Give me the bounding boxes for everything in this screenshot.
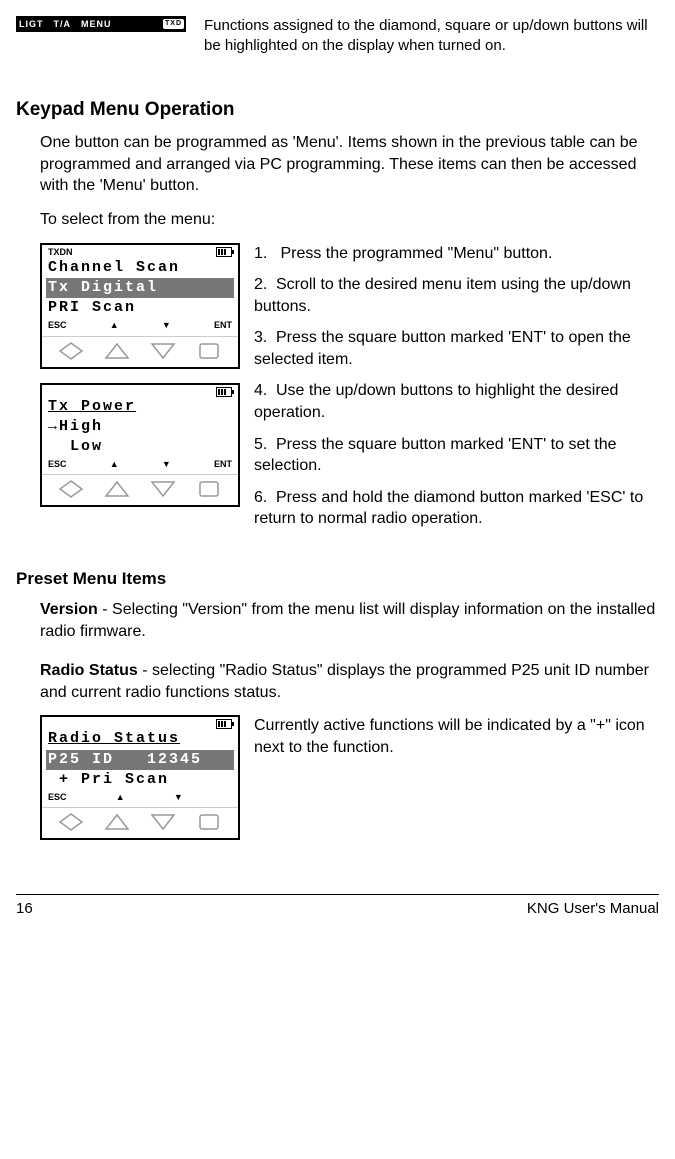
diamond-button-icon bbox=[56, 479, 86, 499]
version-label: Version bbox=[40, 601, 98, 618]
step-3-text: Press the square button marked 'ENT' to … bbox=[254, 329, 631, 368]
up-button-icon bbox=[102, 479, 132, 499]
square-button-icon bbox=[194, 341, 224, 361]
sk-esc: ESC bbox=[48, 458, 67, 470]
step-3: 3.Press the square button marked 'ENT' t… bbox=[254, 327, 659, 370]
battery-icon bbox=[216, 247, 232, 257]
down-button-icon bbox=[148, 341, 178, 361]
footer-title: KNG User's Manual bbox=[527, 899, 659, 919]
down-button-icon bbox=[148, 479, 178, 499]
bar-txd: TXD bbox=[163, 19, 184, 28]
top-caption: Functions assigned to the diamond, squar… bbox=[204, 16, 659, 57]
lcd3-buttons bbox=[42, 807, 238, 834]
step-1-text: Press the programmed "Menu" button. bbox=[280, 245, 552, 262]
sk-down: ▼ bbox=[162, 319, 171, 331]
lcd-column: TXDN Channel Scan Tx Digital PRI Scan ES… bbox=[40, 243, 240, 522]
step-6: 6.Press and hold the diamond button mark… bbox=[254, 487, 659, 530]
lcd-radio-status: Radio Status P25 ID 12345 + Pri Scan ESC… bbox=[40, 715, 240, 840]
lcd-menu-list: TXDN Channel Scan Tx Digital PRI Scan ES… bbox=[40, 243, 240, 369]
keypad-p1: One button can be programmed as 'Menu'. … bbox=[40, 132, 659, 197]
lcd3-softkeys: ESC ▲ ▼ bbox=[42, 790, 238, 805]
sk-up: ▲ bbox=[116, 791, 125, 803]
version-para: Version - Selecting "Version" from the m… bbox=[40, 599, 659, 642]
version-text: - Selecting "Version" from the menu list… bbox=[40, 601, 655, 640]
radio-status-row: Radio Status P25 ID 12345 + Pri Scan ESC… bbox=[40, 715, 659, 854]
step-6-text: Press and hold the diamond button marked… bbox=[254, 489, 643, 528]
step-5-text: Press the square button marked 'ENT' to … bbox=[254, 436, 617, 475]
radio-status-label: Radio Status bbox=[40, 662, 138, 679]
heading-preset: Preset Menu Items bbox=[16, 568, 659, 591]
function-highlight-bar: LIGT T/A MENU TXD bbox=[16, 16, 186, 32]
sk-down: ▼ bbox=[174, 791, 183, 803]
step-2: 2.Scroll to the desired menu item using … bbox=[254, 274, 659, 317]
sk-down: ▼ bbox=[162, 458, 171, 470]
diamond-button-icon bbox=[56, 812, 86, 832]
step-4-text: Use the up/down buttons to highlight the… bbox=[254, 382, 618, 421]
lcd3-header bbox=[42, 717, 238, 729]
step-5: 5.Press the square button marked 'ENT' t… bbox=[254, 434, 659, 477]
sk-ent: ENT bbox=[214, 458, 232, 470]
lcd1-line3: PRI Scan bbox=[42, 298, 238, 318]
lcd1-header: TXDN bbox=[42, 245, 238, 258]
keypad-p2: To select from the menu: bbox=[40, 209, 659, 231]
radio-side-text: Currently active functions will be indic… bbox=[254, 715, 659, 758]
lcd1-line2-highlighted: Tx Digital bbox=[46, 278, 234, 298]
page-footer: 16 KNG User's Manual bbox=[16, 894, 659, 919]
radio-status-para: Radio Status - selecting "Radio Status" … bbox=[40, 660, 659, 703]
lcd1-softkeys: ESC ▲ ▼ ENT bbox=[42, 318, 238, 333]
diamond-button-icon bbox=[56, 341, 86, 361]
lcd1-buttons bbox=[42, 336, 238, 363]
square-button-icon bbox=[194, 479, 224, 499]
bar-ta: T/A bbox=[54, 18, 72, 30]
battery-icon bbox=[216, 719, 232, 729]
lcd-tx-power: Tx Power →High Low ESC ▲ ▼ ENT bbox=[40, 383, 240, 508]
bar-menu: MENU bbox=[81, 18, 112, 30]
lcd2-line1: Tx Power bbox=[42, 397, 238, 417]
steps: 1. Press the programmed "Menu" button. 2… bbox=[254, 243, 659, 541]
top-row: LIGT T/A MENU TXD Functions assigned to … bbox=[16, 16, 659, 57]
lcd1-line1: Channel Scan bbox=[42, 258, 238, 278]
preset-body: Version - Selecting "Version" from the m… bbox=[40, 599, 659, 854]
lcd1-hdr-text: TXDN bbox=[48, 246, 73, 258]
keypad-body: One button can be programmed as 'Menu'. … bbox=[40, 132, 659, 540]
lcd2-softkeys: ESC ▲ ▼ ENT bbox=[42, 457, 238, 472]
sk-esc: ESC bbox=[48, 791, 67, 803]
sk-up: ▲ bbox=[110, 319, 119, 331]
lcd2-line2: →High bbox=[42, 417, 238, 437]
down-button-icon bbox=[148, 812, 178, 832]
step-2-text: Scroll to the desired menu item using th… bbox=[254, 276, 631, 315]
lcd3-line1: Radio Status bbox=[42, 729, 238, 749]
lcd3-line3: + Pri Scan bbox=[42, 770, 238, 790]
lcd3-line2-highlighted: P25 ID 12345 bbox=[46, 750, 234, 770]
sk-ent: ENT bbox=[214, 319, 232, 331]
step-4: 4.Use the up/down buttons to highlight t… bbox=[254, 380, 659, 423]
up-button-icon bbox=[102, 812, 132, 832]
lcd2-buttons bbox=[42, 474, 238, 501]
heading-keypad: Keypad Menu Operation bbox=[16, 97, 659, 123]
menu-row: TXDN Channel Scan Tx Digital PRI Scan ES… bbox=[40, 243, 659, 541]
bar-ligt: LIGT bbox=[19, 18, 44, 30]
sk-esc: ESC bbox=[48, 319, 67, 331]
page-number: 16 bbox=[16, 899, 33, 919]
sk-up: ▲ bbox=[110, 458, 119, 470]
square-button-icon bbox=[194, 812, 224, 832]
lcd2-line3: Low bbox=[42, 437, 238, 457]
battery-icon bbox=[216, 387, 232, 397]
up-button-icon bbox=[102, 341, 132, 361]
step-1: 1. Press the programmed "Menu" button. bbox=[254, 243, 659, 265]
lcd2-header bbox=[42, 385, 238, 397]
